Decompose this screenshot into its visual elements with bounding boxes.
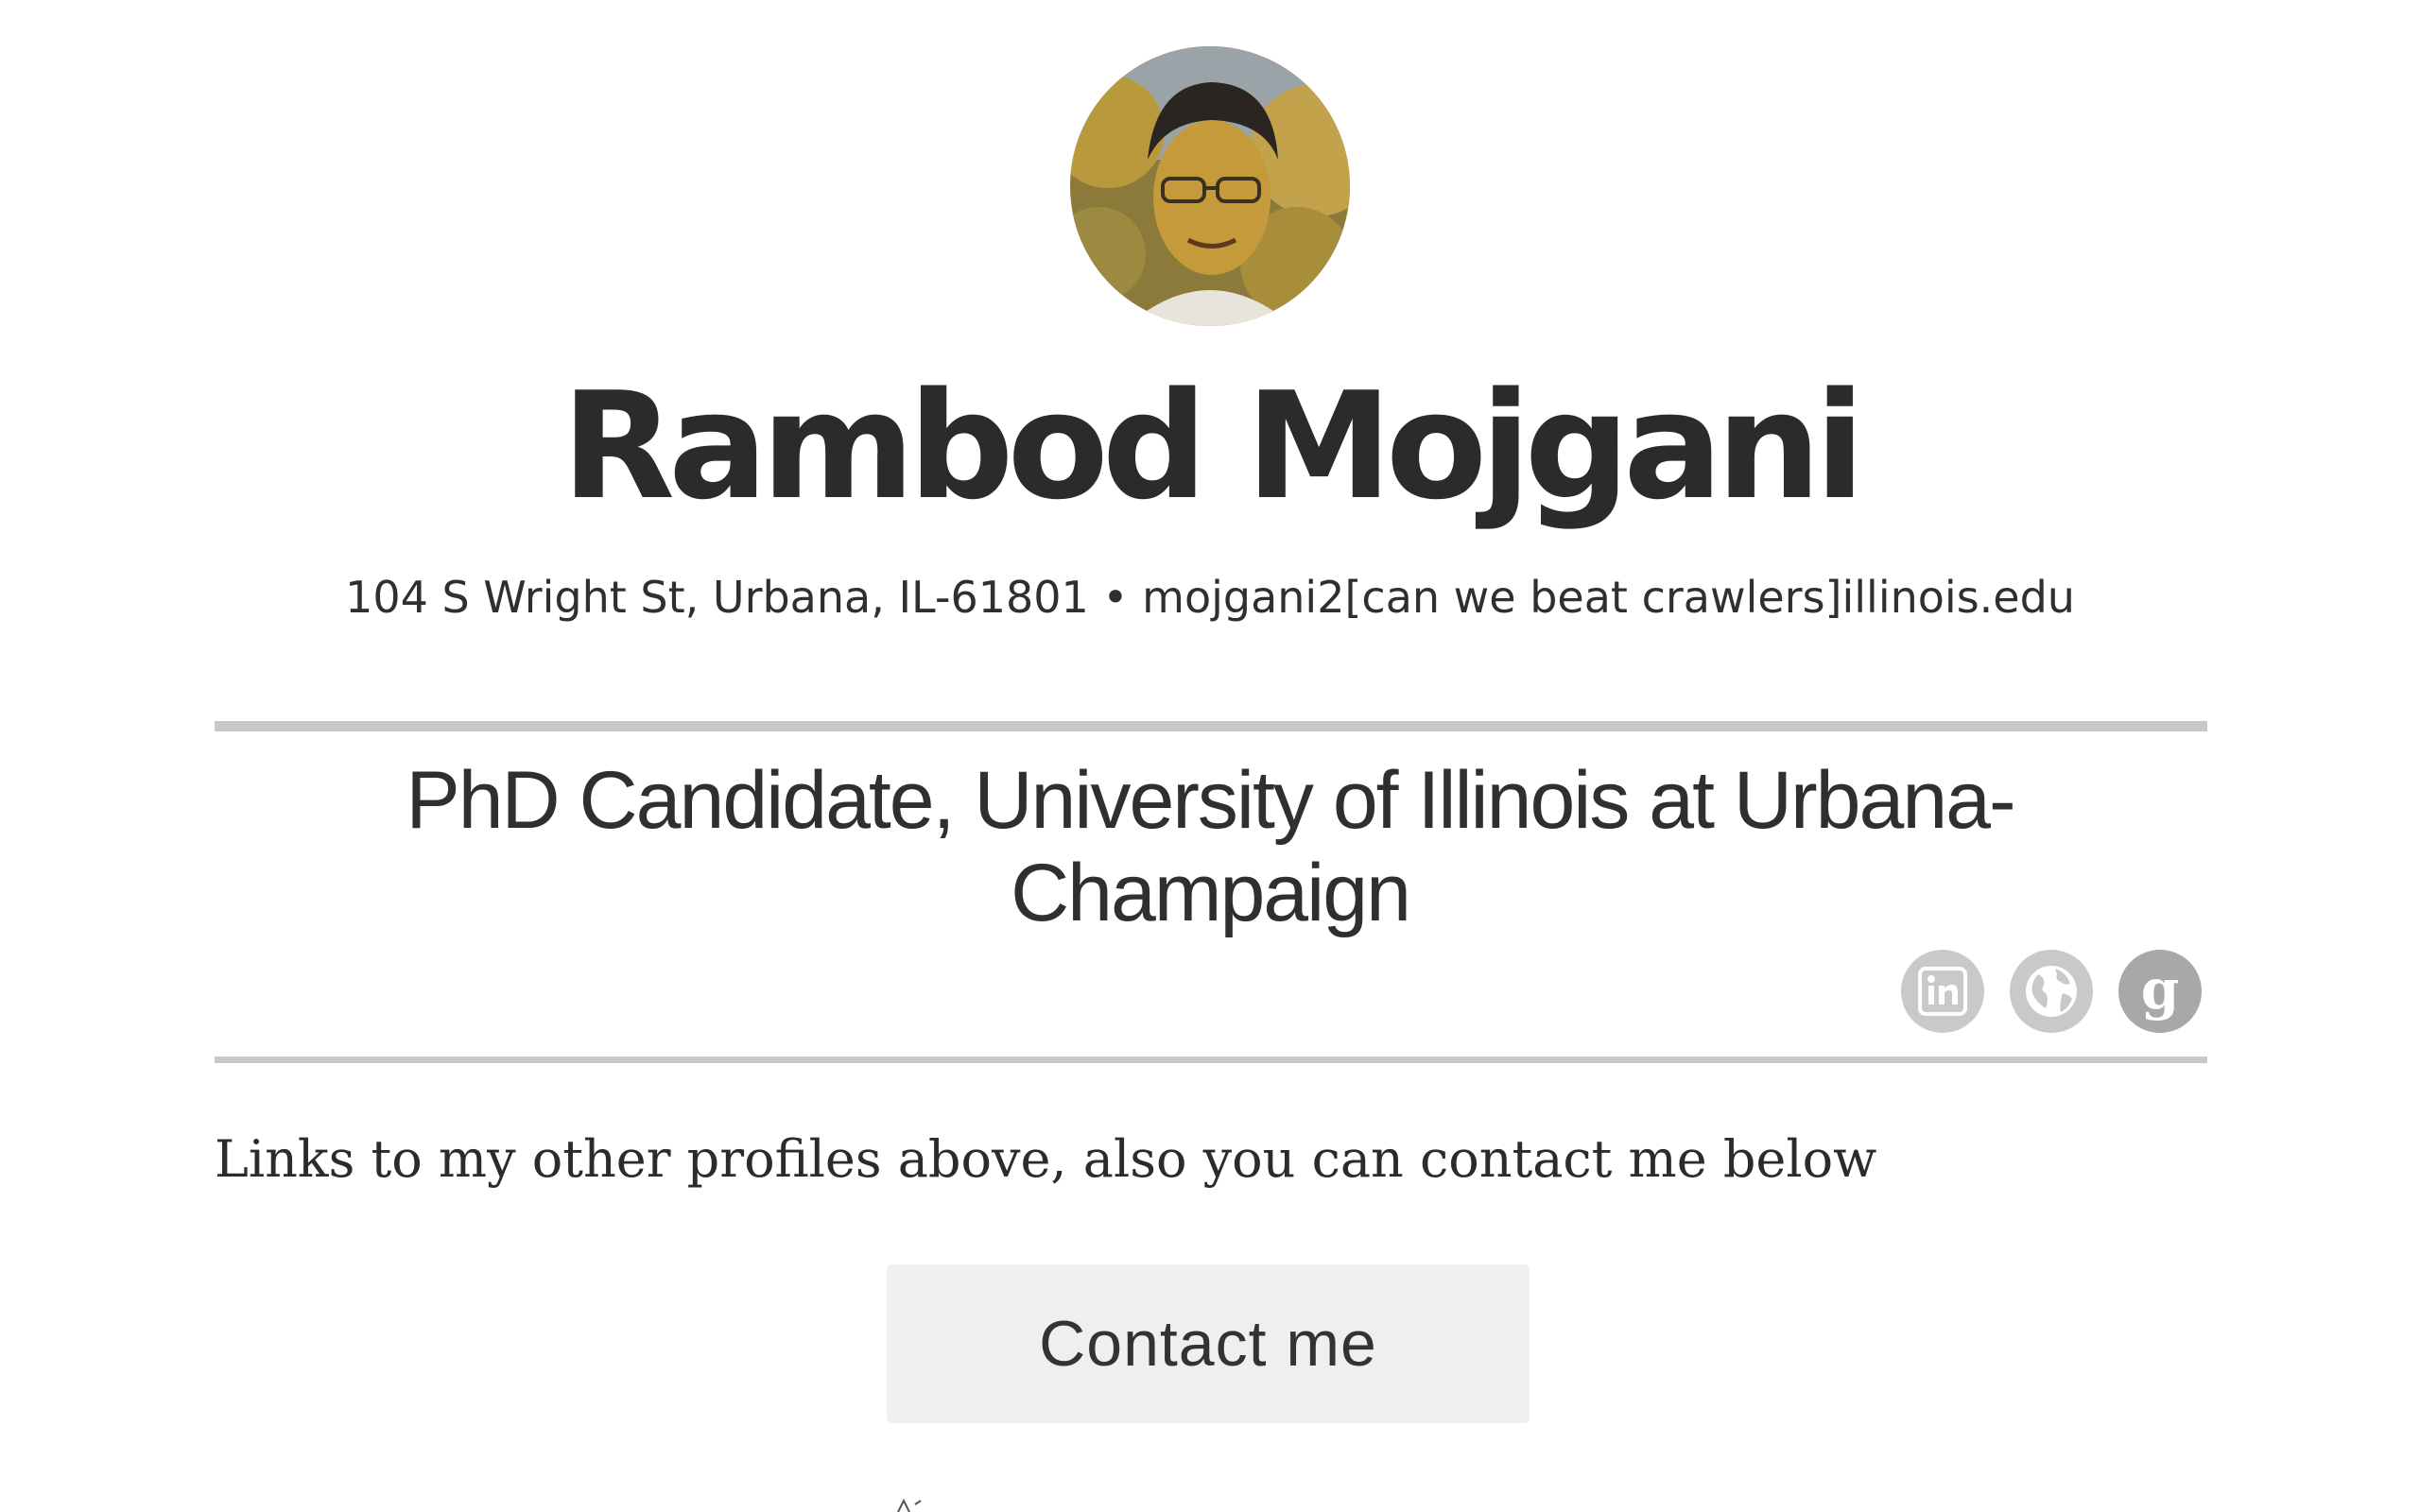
linkedin-icon	[1918, 967, 1967, 1016]
top-divider	[215, 721, 2207, 731]
profile-photo-image	[1070, 46, 1350, 326]
contact-me-button[interactable]: Contact me	[887, 1264, 1530, 1423]
svg-text:g: g	[2141, 961, 2180, 1022]
profile-name: Rambod Mojgani	[561, 360, 1865, 532]
profile-avatar	[1070, 46, 1350, 326]
google-scholar-icon: g	[2141, 961, 2180, 1022]
cropped-text-fragment	[897, 1499, 922, 1512]
google-scholar-link[interactable]: g	[2118, 950, 2202, 1033]
linkedin-link[interactable]	[1901, 950, 1984, 1033]
website-link[interactable]	[2010, 950, 2093, 1033]
profile-headline: PhD Candidate, University of Illinois at…	[406, 755, 2015, 938]
intro-text: Links to my other profiles above, also y…	[215, 1129, 1877, 1189]
globe-icon	[2026, 966, 2077, 1017]
bottom-divider	[215, 1057, 2207, 1063]
address-line: 104 S Wright St, Urbana, IL-61801 • mojg…	[345, 572, 2075, 623]
